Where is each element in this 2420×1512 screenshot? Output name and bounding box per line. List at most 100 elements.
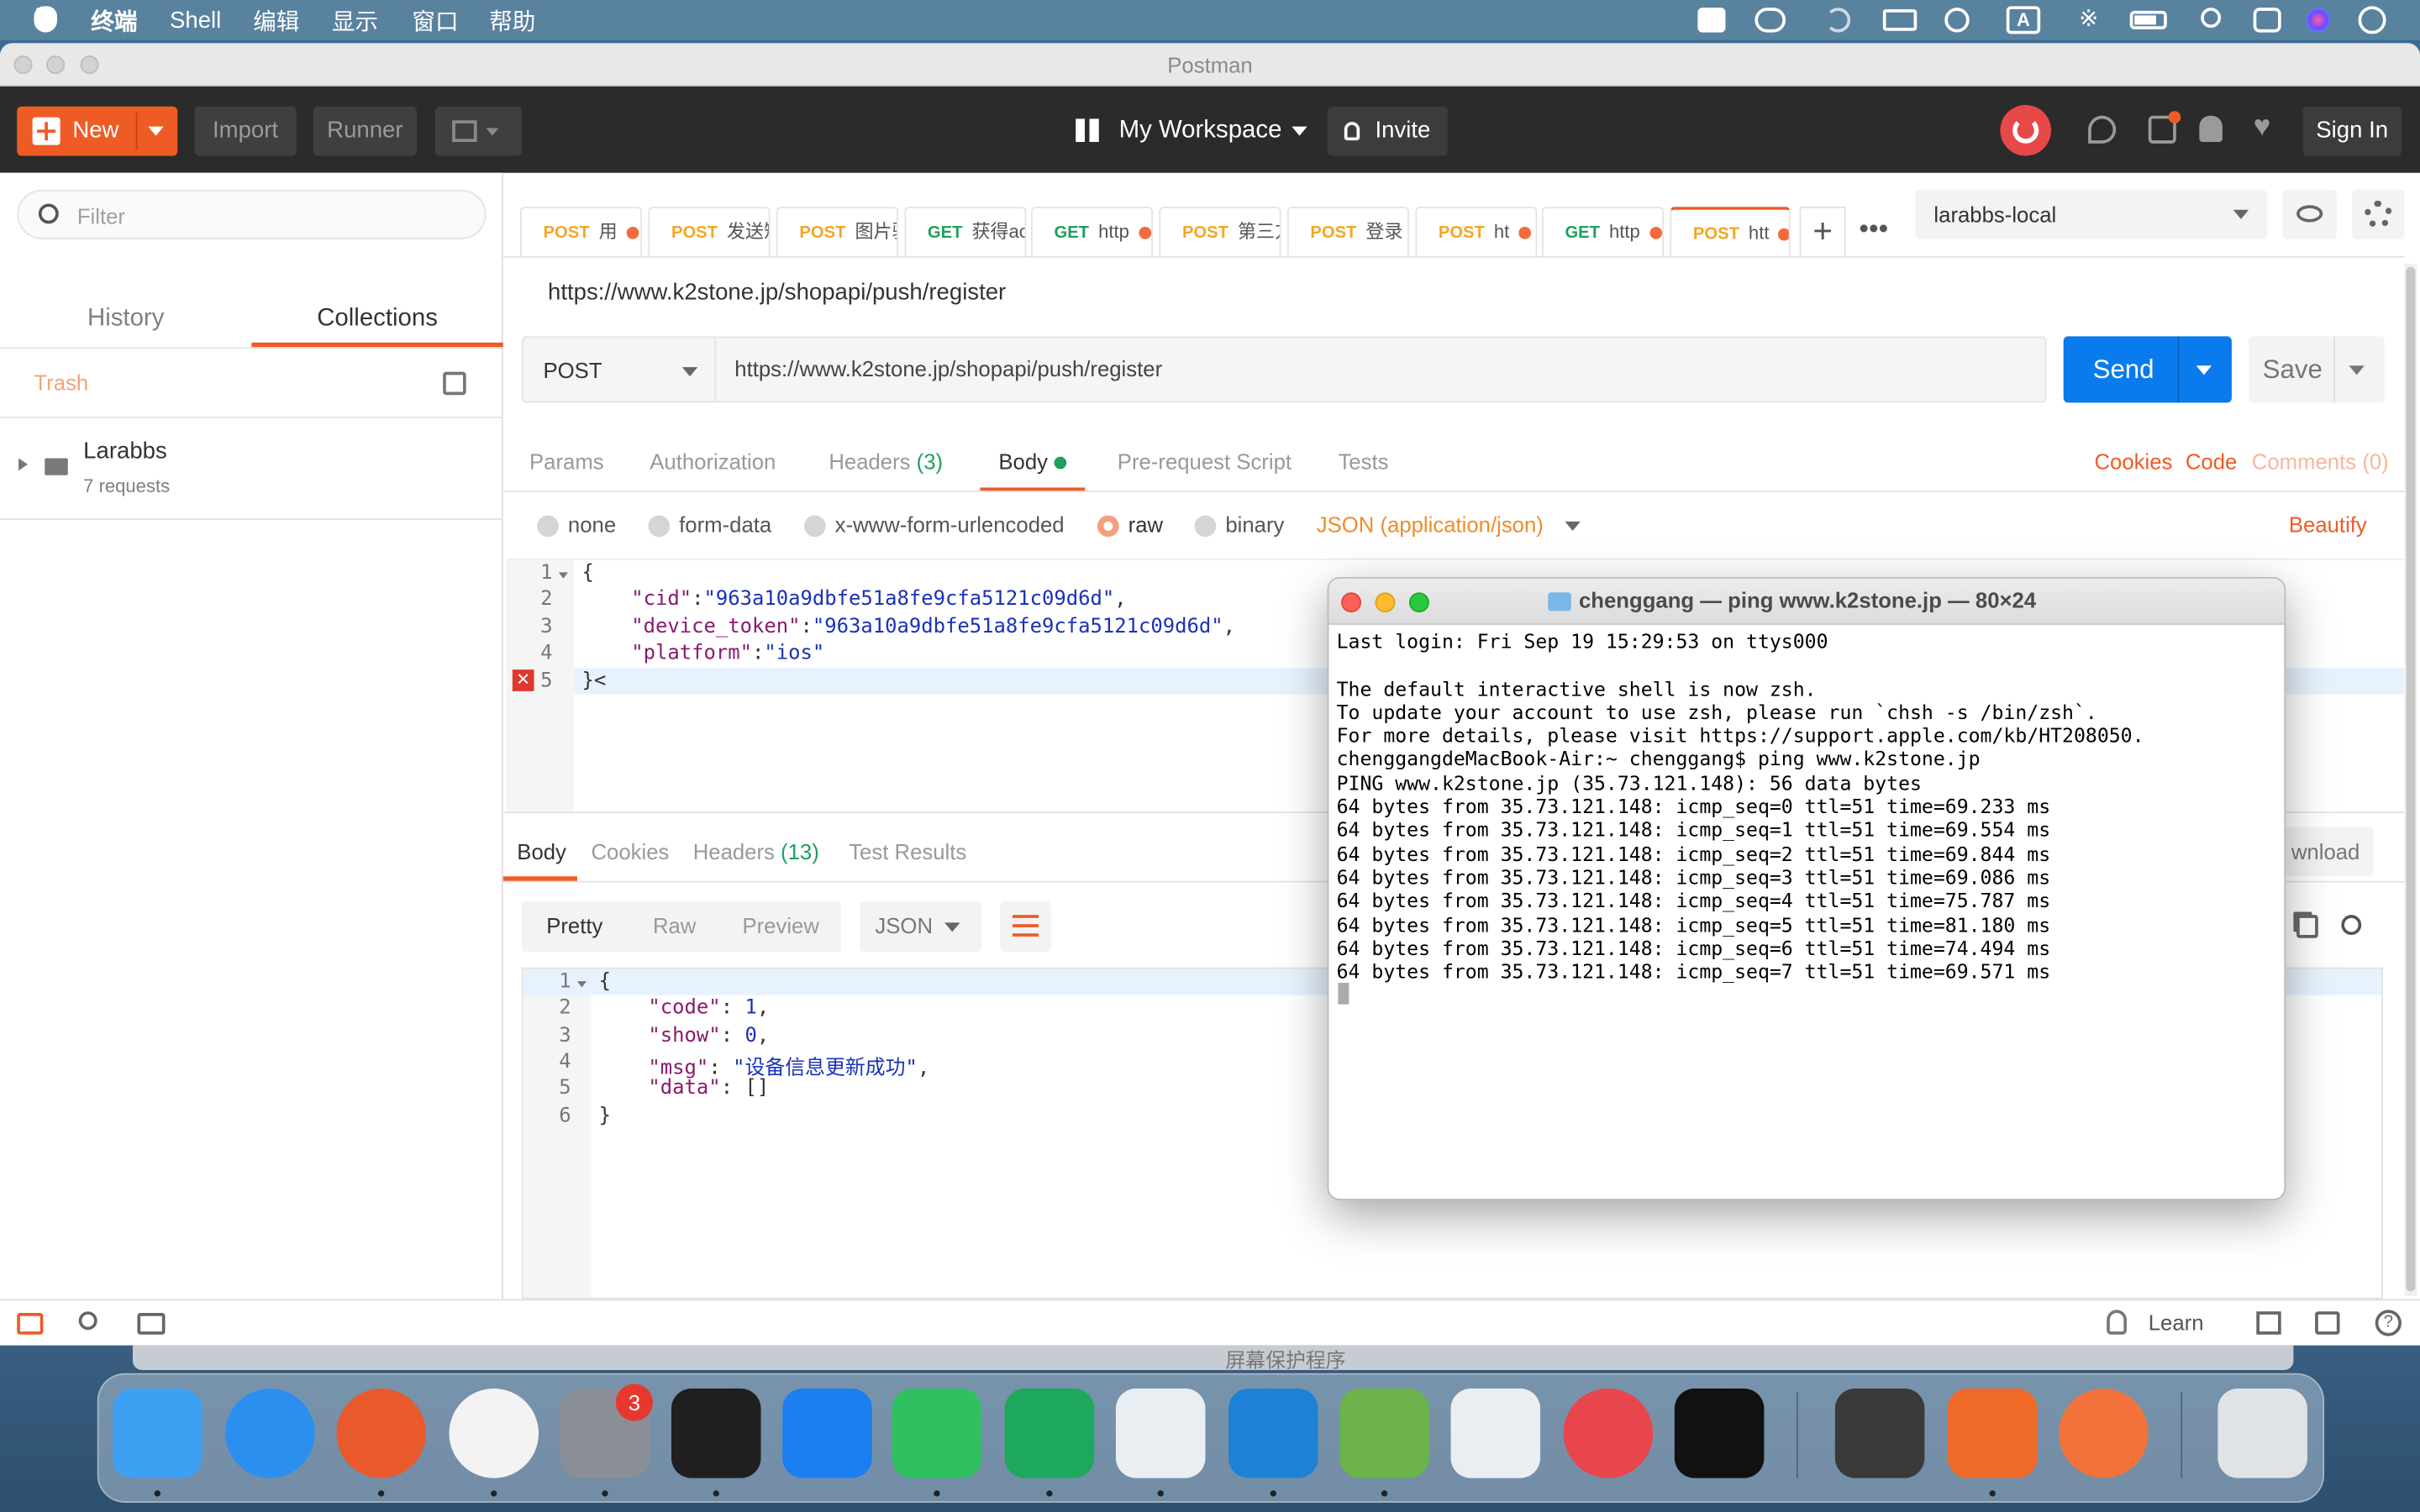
runner-button[interactable]: Runner <box>313 106 417 156</box>
tab-collections[interactable]: Collections <box>251 306 502 333</box>
request-name[interactable]: https://www.k2stone.jp/shopapi/push/regi… <box>548 279 1006 305</box>
minimize-window-icon[interactable] <box>46 55 66 75</box>
comments-link[interactable]: Comments (0) <box>2252 449 2389 473</box>
request-tab[interactable]: POST 图片验 <box>776 207 898 256</box>
url-input[interactable]: https://www.k2stone.jp/shopapi/push/regi… <box>716 336 2047 403</box>
menu-shell[interactable]: Shell <box>170 7 221 33</box>
caret-right-icon[interactable] <box>18 458 29 471</box>
sublime-text-icon[interactable] <box>1834 1389 1925 1478</box>
chevron-down-icon[interactable] <box>148 126 164 136</box>
collection-item[interactable]: Larabbs 7 requests <box>0 417 503 518</box>
content-type-select[interactable]: JSON (application/json) <box>1317 512 1581 537</box>
zoom-window-icon[interactable] <box>1408 592 1429 613</box>
help-icon[interactable]: ? <box>2375 1310 2402 1336</box>
bell-icon[interactable] <box>2199 115 2223 142</box>
tab-prerequest-script[interactable]: Pre-request Script <box>1118 449 1292 473</box>
bootcamp-icon[interactable] <box>2315 1311 2340 1335</box>
workspace-switcher[interactable]: My Workspace <box>1076 107 1313 156</box>
close-window-icon[interactable] <box>13 55 33 75</box>
radio-binary[interactable]: binary <box>1194 512 1284 538</box>
trash-icon[interactable] <box>2217 1389 2307 1478</box>
learn-link[interactable]: Learn <box>2149 1310 2204 1334</box>
add-tab-button[interactable]: + <box>1799 207 1846 256</box>
bluetooth-icon[interactable]: ※ <box>2079 5 2098 32</box>
terminal-icon[interactable] <box>671 1389 761 1478</box>
terminal-window[interactable]: chenggang — ping www.k2stone.jp — 80×24 … <box>1327 576 2286 1200</box>
input-source-icon[interactable]: A <box>2006 6 2041 34</box>
hbuilder-icon[interactable] <box>1004 1389 1095 1478</box>
satellite-icon[interactable] <box>2088 115 2117 144</box>
netease-music-icon[interactable] <box>1563 1389 1654 1478</box>
format-select[interactable]: JSON <box>860 900 982 953</box>
request-tab[interactable]: GET http <box>1541 207 1665 256</box>
sync-status-icon[interactable] <box>1825 8 1851 33</box>
copy-icon[interactable] <box>2296 915 2318 938</box>
response-tab-headers[interactable]: Headers (13) <box>693 839 819 864</box>
firefox-icon[interactable] <box>336 1389 426 1478</box>
fold-arrow-icon[interactable] <box>576 981 587 988</box>
tab-body[interactable]: Body <box>998 449 1066 474</box>
tab-headers[interactable]: Headers (3) <box>829 449 943 473</box>
chevron-down-icon[interactable] <box>2349 365 2365 375</box>
new-collection-icon[interactable] <box>443 371 466 396</box>
request-tab[interactable]: POST 登录 <box>1286 207 1409 256</box>
filter-input[interactable]: Filter <box>77 203 125 228</box>
keyboard-icon[interactable] <box>1882 9 1918 31</box>
fold-arrow-icon[interactable] <box>558 572 568 579</box>
minimize-window-icon[interactable] <box>1375 592 1396 613</box>
clock-icon[interactable] <box>2358 6 2386 34</box>
two-pane-view-icon[interactable] <box>2256 1311 2281 1335</box>
request-tab[interactable]: GET http <box>1030 207 1154 256</box>
send-button[interactable]: Send <box>2063 336 2232 403</box>
response-tab-cookies[interactable]: Cookies <box>591 839 669 864</box>
request-tab[interactable]: GET 获得acc <box>904 207 1027 256</box>
scrollbar-track[interactable] <box>2404 264 2417 1296</box>
preview-button[interactable]: Preview <box>742 901 818 953</box>
tab-tests[interactable]: Tests <box>1338 449 1388 473</box>
new-window-button[interactable] <box>434 106 522 156</box>
manage-environments-button[interactable] <box>2352 189 2405 239</box>
qq-icon[interactable] <box>1674 1389 1765 1478</box>
cloud-icon[interactable] <box>1450 1389 1541 1478</box>
radio-none[interactable]: none <box>537 512 616 538</box>
import-button[interactable]: Import <box>194 106 297 156</box>
toggle-sidebar-icon[interactable] <box>17 1313 44 1335</box>
radio-raw[interactable]: raw <box>1097 512 1163 538</box>
sync-button[interactable] <box>2000 104 2052 156</box>
request-tab[interactable]: POST 用 <box>519 207 643 256</box>
menu-view[interactable]: 显示 <box>332 4 378 37</box>
scrollbar-thumb[interactable] <box>2406 266 2416 1292</box>
settings-wrench-icon[interactable] <box>2148 111 2181 144</box>
console-icon[interactable] <box>137 1313 166 1335</box>
tab-params[interactable]: Params <box>529 449 604 473</box>
control-center-icon[interactable] <box>2253 8 2281 33</box>
siri-icon[interactable] <box>2306 8 2331 33</box>
wrap-lines-button[interactable] <box>1000 900 1051 953</box>
trash-link[interactable]: Trash <box>34 370 88 395</box>
search-icon[interactable] <box>2201 8 2222 29</box>
code-link[interactable]: Code <box>2186 449 2237 473</box>
wechat-icon[interactable] <box>892 1389 982 1478</box>
raw-button[interactable]: Raw <box>653 901 696 953</box>
method-select[interactable]: POST <box>521 336 717 403</box>
request-tab[interactable]: POST htt <box>1670 207 1791 256</box>
xcode-like-icon[interactable] <box>1115 1389 1206 1478</box>
creative-cloud-icon[interactable] <box>1754 8 1786 33</box>
cookies-link[interactable]: Cookies <box>2094 449 2172 473</box>
close-window-icon[interactable] <box>1341 592 1362 613</box>
finder-icon[interactable] <box>113 1389 203 1478</box>
tab-history[interactable]: History <box>0 306 251 333</box>
environment-select[interactable]: larabbs-local <box>1915 189 2268 239</box>
more-tabs-icon[interactable]: ••• <box>1854 207 1894 256</box>
filter-search[interactable]: Filter <box>17 189 487 239</box>
radio-form-data[interactable]: form-data <box>648 512 771 538</box>
environment-quick-look-button[interactable] <box>2282 189 2337 239</box>
menu-edit[interactable]: 编辑 <box>253 4 299 37</box>
screen-sharing-icon[interactable] <box>782 1389 872 1478</box>
response-tab-test-results[interactable]: Test Results <box>849 839 966 864</box>
chrome-icon[interactable] <box>449 1389 539 1478</box>
radio-urlencoded[interactable]: x-www-form-urlencoded <box>803 512 1065 538</box>
search-icon[interactable] <box>2341 915 2362 936</box>
menu-help[interactable]: 帮助 <box>489 4 535 37</box>
find-replace-icon[interactable] <box>78 1311 97 1331</box>
